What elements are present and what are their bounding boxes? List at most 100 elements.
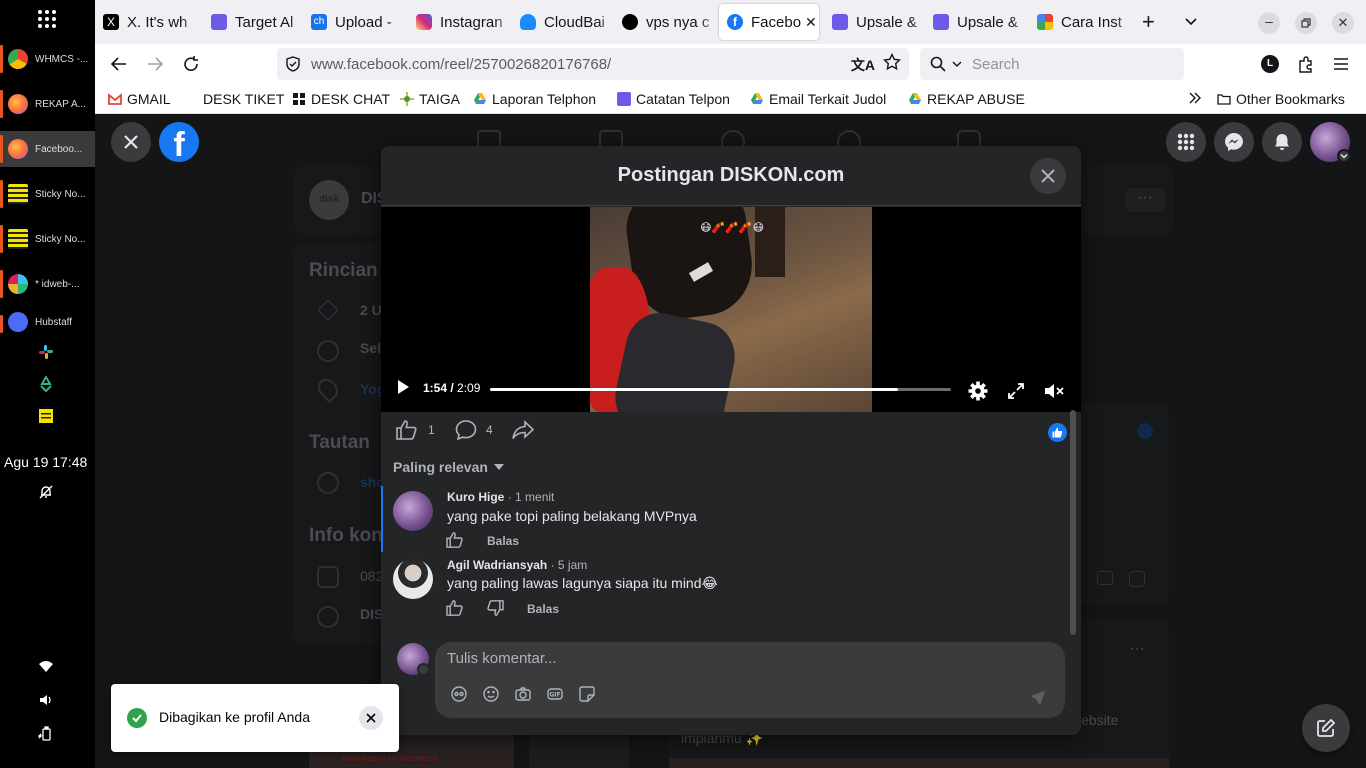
video-player[interactable]: 😷🧨🧨🧨😷 1:54 / 2:09: [381, 207, 1081, 412]
video-total-time: 2:09: [457, 381, 481, 395]
close-window-button[interactable]: ✕: [1332, 12, 1354, 34]
extensions-icon[interactable]: [1297, 55, 1315, 73]
restore-button[interactable]: [1295, 12, 1317, 34]
facebook-icon: f: [727, 14, 743, 30]
camera-icon[interactable]: [515, 686, 531, 702]
new-tab-button[interactable]: +: [1142, 11, 1162, 33]
comment-text: yang pake topi paling belakang MVPnya: [447, 508, 697, 524]
reply-button[interactable]: Balas: [527, 602, 559, 616]
volume-icon[interactable]: [38, 692, 56, 710]
tab-cara-inst[interactable]: Cara Inst: [1037, 4, 1135, 40]
bookmark-desk-tiket[interactable]: DESK TIKET: [203, 91, 284, 107]
system-clock[interactable]: Agu 19 17:48: [4, 454, 87, 470]
reply-button[interactable]: Balas: [487, 534, 519, 548]
fullscreen-icon[interactable]: [1007, 382, 1025, 400]
share-toast: Dibagikan ke profil Anda: [111, 684, 399, 752]
dock-item-rekap[interactable]: REKAP A...: [0, 86, 95, 122]
list-tabs-chevron-icon[interactable]: [1184, 14, 1198, 28]
search-engine-chevron-icon[interactable]: [952, 59, 962, 69]
tab-upsale-1[interactable]: Upsale &: [832, 4, 930, 40]
profile-avatar[interactable]: [1310, 122, 1351, 163]
dock-item-sticky-1[interactable]: Sticky No...: [0, 176, 95, 212]
dock-item-slack[interactable]: * idweb-...: [0, 266, 95, 302]
bookmarks-overflow-icon[interactable]: [1188, 91, 1202, 105]
tab-vps[interactable]: vps nya c: [622, 4, 720, 40]
notifications-button[interactable]: [1262, 122, 1302, 162]
tab-facebook[interactable]: f Facebo ✕: [719, 4, 819, 40]
tab-cloudbai[interactable]: CloudBai: [520, 4, 618, 40]
dock-item-facebook[interactable]: Faceboo...: [0, 131, 95, 167]
tab-target-al[interactable]: Target Al: [211, 4, 309, 40]
emoji-icon[interactable]: [483, 686, 499, 702]
toast-close-button[interactable]: [359, 706, 383, 730]
like-button[interactable]: 1: [396, 420, 435, 440]
composer-avatar[interactable]: [397, 643, 430, 676]
bookmark-catatan-telpon[interactable]: Catatan Telpon: [617, 91, 730, 107]
bookmark-desk-chat[interactable]: DESK CHAT: [292, 91, 390, 107]
search-bar[interactable]: Search: [920, 48, 1184, 80]
play-button[interactable]: [395, 379, 411, 395]
comment-item: Agil Wadriansyah · 5 jam yang paling law…: [381, 556, 1071, 622]
show-apps-icon[interactable]: [38, 10, 56, 28]
forward-button[interactable]: [146, 55, 164, 73]
settings-gear-icon[interactable]: [968, 381, 988, 401]
comment-time[interactable]: · 5 jam: [551, 558, 588, 572]
comment-time[interactable]: · 1 menit: [508, 490, 555, 504]
avatar-sticker-icon[interactable]: [451, 686, 467, 702]
minimize-button[interactable]: –: [1258, 12, 1280, 34]
back-button[interactable]: [110, 55, 128, 73]
share-button[interactable]: [512, 420, 534, 440]
comment-input[interactable]: Tulis komentar...: [447, 650, 556, 667]
sticky-tray-icon[interactable]: [38, 408, 56, 426]
notifications-muted-icon[interactable]: [38, 484, 56, 502]
translate-icon[interactable]: 文A: [851, 55, 875, 75]
gif-icon[interactable]: GIF: [547, 686, 563, 702]
avatar[interactable]: [393, 491, 433, 531]
send-icon[interactable]: [1032, 688, 1048, 704]
tab-upsale-2[interactable]: Upsale &: [933, 4, 1031, 40]
mute-icon[interactable]: [1044, 382, 1064, 400]
modal-close-button[interactable]: [1030, 158, 1066, 194]
bookmark-taiga[interactable]: TAIGA: [400, 91, 460, 107]
new-message-button[interactable]: [1302, 704, 1350, 752]
comment-author[interactable]: Kuro Hige · 1 menit: [447, 490, 554, 504]
messenger-button[interactable]: [1214, 122, 1254, 162]
facebook-logo-icon[interactable]: f: [159, 122, 199, 162]
comment-composer[interactable]: Tulis komentar... GIF: [435, 642, 1065, 718]
bookmark-rekap-abuse[interactable]: REKAP ABUSE: [908, 91, 1025, 107]
search-input[interactable]: Search: [972, 56, 1020, 73]
close-viewer-button[interactable]: [111, 122, 151, 162]
avatar[interactable]: [393, 559, 433, 599]
app-menu-icon[interactable]: [1333, 56, 1349, 72]
video-progress-bar[interactable]: [490, 388, 951, 391]
dock-item-sticky-2[interactable]: Sticky No...: [0, 221, 95, 257]
wifi-icon[interactable]: [38, 658, 56, 676]
tab-x[interactable]: X X. It's wh: [103, 4, 201, 40]
menu-grid-button[interactable]: [1166, 122, 1206, 162]
comment-button[interactable]: 4: [455, 420, 493, 440]
account-avatar[interactable]: L: [1261, 55, 1279, 73]
dock-item-hubstaff[interactable]: Hubstaff: [0, 311, 95, 333]
comment-like-icon[interactable]: [446, 600, 464, 616]
bookmark-email-judol[interactable]: Email Terkait Judol: [750, 91, 886, 107]
comment-like-icon[interactable]: [446, 532, 464, 548]
tab-close-icon[interactable]: ✕: [805, 14, 817, 31]
bookmark-laporan-telphon[interactable]: Laporan Telphon: [473, 91, 596, 107]
reload-button[interactable]: [182, 55, 200, 73]
other-bookmarks[interactable]: Other Bookmarks: [1217, 91, 1345, 107]
bookmark-gmail[interactable]: GMAIL: [108, 91, 171, 107]
comment-dislike-icon[interactable]: [486, 600, 504, 616]
dock-item-whmcs[interactable]: WHMCS -...: [0, 41, 95, 77]
comment-sort-dropdown[interactable]: Paling relevan: [393, 459, 504, 475]
recycle-tray-icon[interactable]: [38, 376, 56, 394]
url-bar[interactable]: www.facebook.com/reel/2570026820176768/ …: [277, 48, 909, 80]
battery-icon[interactable]: [38, 726, 56, 744]
site-security-icon[interactable]: [285, 56, 301, 72]
comments-scrollbar[interactable]: [1070, 410, 1076, 635]
bookmark-star-icon[interactable]: [883, 53, 901, 71]
tab-instagram[interactable]: Instagran: [416, 4, 514, 40]
comment-author[interactable]: Agil Wadriansyah · 5 jam: [447, 558, 587, 572]
tab-upload[interactable]: ch Upload -: [311, 4, 409, 40]
slack-tray-icon[interactable]: [38, 344, 56, 362]
sticker-icon[interactable]: [579, 686, 595, 702]
